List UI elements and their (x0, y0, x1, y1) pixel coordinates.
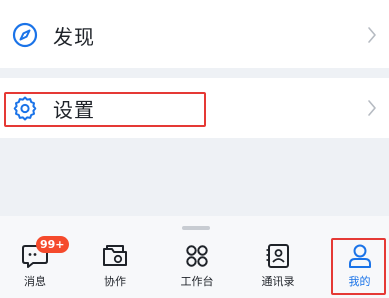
tab-workbench-label: 工作台 (180, 275, 214, 288)
tab-messages-label: 消息 (24, 275, 46, 288)
discover-card: 发现 (0, 0, 389, 68)
workbench-grid-icon (186, 245, 208, 267)
tab-me-highlight-box (331, 238, 386, 295)
drag-handle[interactable] (182, 226, 210, 230)
settings-highlight-box (4, 92, 206, 127)
tab-collab[interactable]: 协作 (80, 216, 150, 298)
discover-label: 发现 (53, 24, 95, 49)
tab-messages[interactable]: 99+ 消息 (0, 216, 70, 298)
compass-icon (12, 22, 38, 48)
tab-contacts-label: 通讯录 (261, 275, 295, 288)
chevron-right-icon (368, 27, 376, 43)
settings-card: 设置 (0, 78, 389, 138)
contacts-icon (266, 244, 289, 268)
tab-collab-label: 协作 (104, 275, 126, 288)
collab-folder-icon (103, 245, 127, 266)
discover-row[interactable]: 发现 (0, 4, 389, 66)
chevron-right-icon (368, 100, 376, 116)
tab-contacts[interactable]: 通讯录 (243, 216, 313, 298)
unread-badge: 99+ (36, 236, 69, 253)
